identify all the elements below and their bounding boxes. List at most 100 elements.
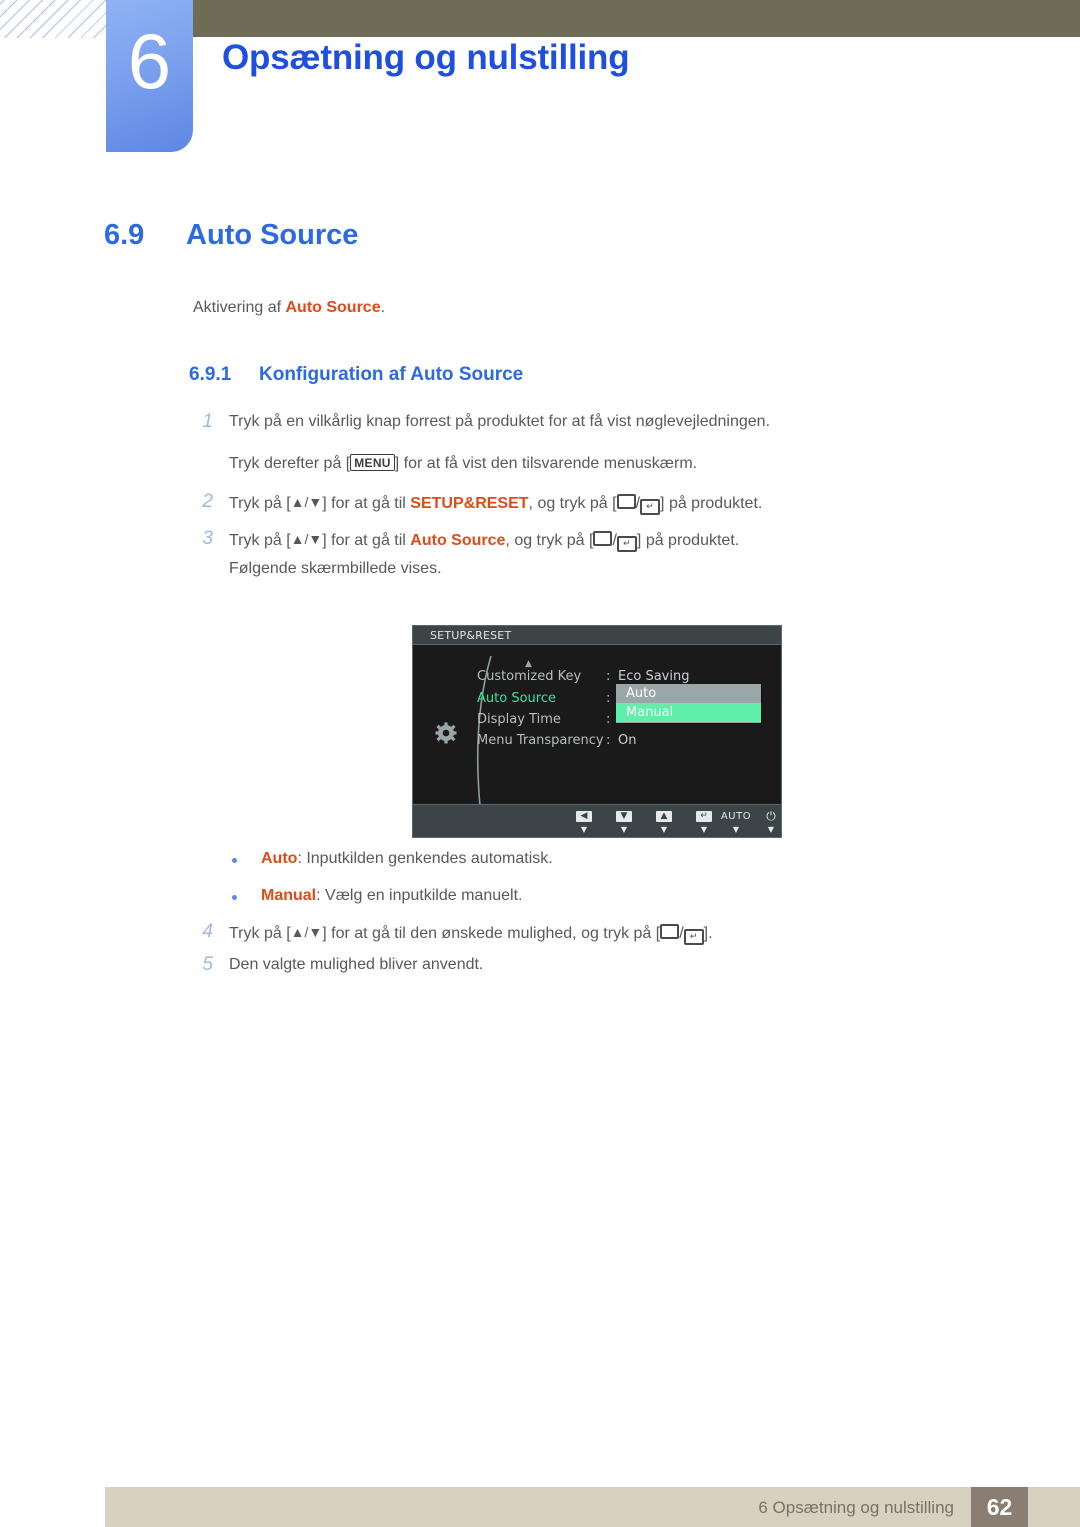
bullet-description: : Inputkilden genkendes automatisk. bbox=[297, 850, 553, 867]
footer-chapter-label: 6 Opsætning og nulstilling bbox=[758, 1498, 954, 1517]
osd-scroll-up-indicator: ▲ bbox=[525, 659, 532, 669]
text-run: ] på produktet. bbox=[660, 495, 763, 512]
text-run: Tryk på en vilkårlig knap forrest på pro… bbox=[229, 413, 771, 430]
osd-dropdown-option-auto[interactable]: Auto bbox=[616, 684, 761, 703]
step-text: Den valgte mulighed bliver anvendt. bbox=[229, 956, 483, 974]
highlighted-term: SETUP&RESET bbox=[410, 495, 529, 512]
subsection-title: Konfiguration af Auto Source bbox=[259, 364, 524, 385]
list-item: Manual: Vælg en inputkilde manuelt. bbox=[261, 887, 522, 905]
osd-title: SETUP&RESET bbox=[430, 629, 512, 642]
updown-arrow-icon: ▲/▼ bbox=[290, 924, 323, 940]
osd-button-auto[interactable]: AUTO ▼ bbox=[718, 810, 754, 834]
step-continuation-text: Følgende skærmbillede vises. bbox=[229, 560, 442, 578]
power-icon: ⏻ bbox=[766, 809, 776, 823]
step-continuation-text: Tryk derefter på [MENU] for at få vist d… bbox=[229, 454, 698, 473]
text-run: ] for at gå til den ønskede mulighed, og… bbox=[322, 925, 661, 942]
menu-keycap: MENU bbox=[350, 454, 395, 471]
caret-icon: ▼ bbox=[732, 825, 740, 834]
caret-icon: ▼ bbox=[767, 825, 775, 834]
down-icon: ▼ bbox=[606, 810, 642, 823]
chapter-title: Opsætning og nulstilling bbox=[222, 38, 630, 77]
step-number: 4 bbox=[202, 921, 213, 942]
caret-icon: ▼ bbox=[660, 825, 668, 834]
step-number: 3 bbox=[202, 528, 213, 549]
caret-icon: ▼ bbox=[700, 825, 708, 834]
osd-button-enter[interactable]: ↵ ▼ bbox=[686, 810, 722, 834]
osd-row-colon: : bbox=[606, 733, 611, 748]
updown-arrow-icon: ▲/▼ bbox=[290, 531, 323, 547]
text-run: ] på produktet. bbox=[636, 532, 740, 549]
auto-icon: AUTO bbox=[720, 811, 752, 822]
step-number: 2 bbox=[202, 491, 213, 512]
text-run: Tryk på [ bbox=[229, 532, 291, 549]
enter-button-icon: ↵ bbox=[616, 536, 637, 552]
enter-button-icon: ↵ bbox=[640, 499, 661, 515]
step-text: Tryk på en vilkårlig knap forrest på pro… bbox=[229, 413, 770, 431]
screen-button-icon bbox=[593, 531, 613, 546]
osd-row-label[interactable]: Display Time bbox=[477, 712, 561, 727]
text-run: ] for at gå til bbox=[322, 532, 411, 549]
bullet-marker bbox=[232, 895, 237, 900]
subsection-number: 6.9.1 bbox=[189, 364, 232, 385]
bullet-term: Auto bbox=[261, 850, 298, 867]
enter-icon: ↵ bbox=[686, 810, 722, 823]
step-text: Tryk på [▲/▼] for at gå til Auto Source,… bbox=[229, 530, 740, 552]
osd-row-colon: : bbox=[606, 691, 611, 706]
osd-screenshot: SETUP&RESET ▲ Customized Key: Eco Saving A… bbox=[412, 625, 782, 838]
osd-button-up[interactable]: ▲ ▼ bbox=[646, 810, 682, 834]
osd-row-value[interactable]: Eco Saving bbox=[618, 669, 689, 684]
chapter-number-block: 6 bbox=[106, 0, 193, 152]
step-number: 5 bbox=[202, 954, 213, 975]
text-run: Følgende skærmbillede vises. bbox=[229, 560, 442, 577]
up-icon: ▲ bbox=[646, 810, 682, 823]
text-run: ] for at gå til bbox=[322, 495, 411, 512]
osd-row-label[interactable]: Customized Key bbox=[477, 669, 581, 684]
down-key-glyph: ▼ bbox=[616, 811, 632, 822]
gear-icon bbox=[435, 722, 457, 744]
back-key-glyph: ◀ bbox=[576, 811, 592, 822]
text-run: , og tryk på [ bbox=[505, 532, 594, 549]
text-run: Tryk på [ bbox=[229, 495, 291, 512]
page-header: 6 Opsætning og nulstilling bbox=[0, 0, 1080, 170]
text-run: Tryk på [ bbox=[229, 925, 291, 942]
back-icon: ◀ bbox=[566, 810, 602, 823]
step-number: 1 bbox=[202, 411, 213, 432]
text-run: ] for at få vist den tilsvarende menuskæ… bbox=[394, 455, 698, 472]
text-run: Tryk derefter på [ bbox=[229, 455, 351, 472]
caret-icon: ▼ bbox=[620, 825, 628, 834]
intro-prefix: Aktivering af bbox=[193, 299, 286, 316]
osd-button-power[interactable]: ⏻ ▼ bbox=[753, 809, 781, 835]
osd-row-colon: : bbox=[606, 712, 611, 727]
text-run: , og tryk på [ bbox=[528, 495, 617, 512]
page-number: 62 bbox=[986, 1494, 1013, 1520]
osd-button-back[interactable]: ◀ ▼ bbox=[566, 810, 602, 834]
enter-button-icon: ↵ bbox=[683, 929, 704, 945]
osd-dropdown[interactable]: Auto Manual bbox=[616, 684, 761, 723]
text-run: Den valgte mulighed bliver anvendt. bbox=[229, 956, 484, 973]
osd-row-label[interactable]: Menu Transparency bbox=[477, 733, 604, 748]
chapter-number: 6 bbox=[127, 17, 172, 105]
up-key-glyph: ▲ bbox=[656, 811, 672, 822]
caret-icon: ▼ bbox=[580, 825, 588, 834]
osd-row-label[interactable]: Auto Source bbox=[477, 691, 556, 706]
osd-button-down[interactable]: ▼ ▼ bbox=[606, 810, 642, 834]
step-text: Tryk på [▲/▼] for at gå til den ønskede … bbox=[229, 923, 713, 945]
highlighted-term: Auto Source bbox=[410, 532, 506, 549]
updown-arrow-icon: ▲/▼ bbox=[290, 494, 323, 510]
header-olive-bar bbox=[185, 0, 1080, 37]
text-run: ]. bbox=[703, 925, 713, 942]
osd-dropdown-option-manual[interactable]: Manual bbox=[616, 703, 761, 722]
intro-highlight: Auto Source bbox=[285, 299, 381, 316]
page-title: Auto Source bbox=[186, 219, 359, 251]
list-item: Auto: Inputkilden genkendes automatisk. bbox=[261, 850, 553, 868]
osd-row-colon: : bbox=[606, 669, 611, 684]
section-number: 6.9 bbox=[104, 219, 145, 251]
enter-key-glyph: ↵ bbox=[696, 811, 712, 822]
bullet-term: Manual bbox=[261, 887, 317, 904]
bullet-marker bbox=[232, 858, 237, 863]
osd-row-value[interactable]: On bbox=[618, 733, 636, 748]
intro-suffix: . bbox=[380, 299, 386, 316]
step-text: Tryk på [▲/▼] for at gå til SETUP&RESET,… bbox=[229, 493, 763, 515]
intro-paragraph: Aktivering af Auto Source. bbox=[193, 299, 385, 317]
bullet-description: : Vælg en inputkilde manuelt. bbox=[316, 887, 523, 904]
